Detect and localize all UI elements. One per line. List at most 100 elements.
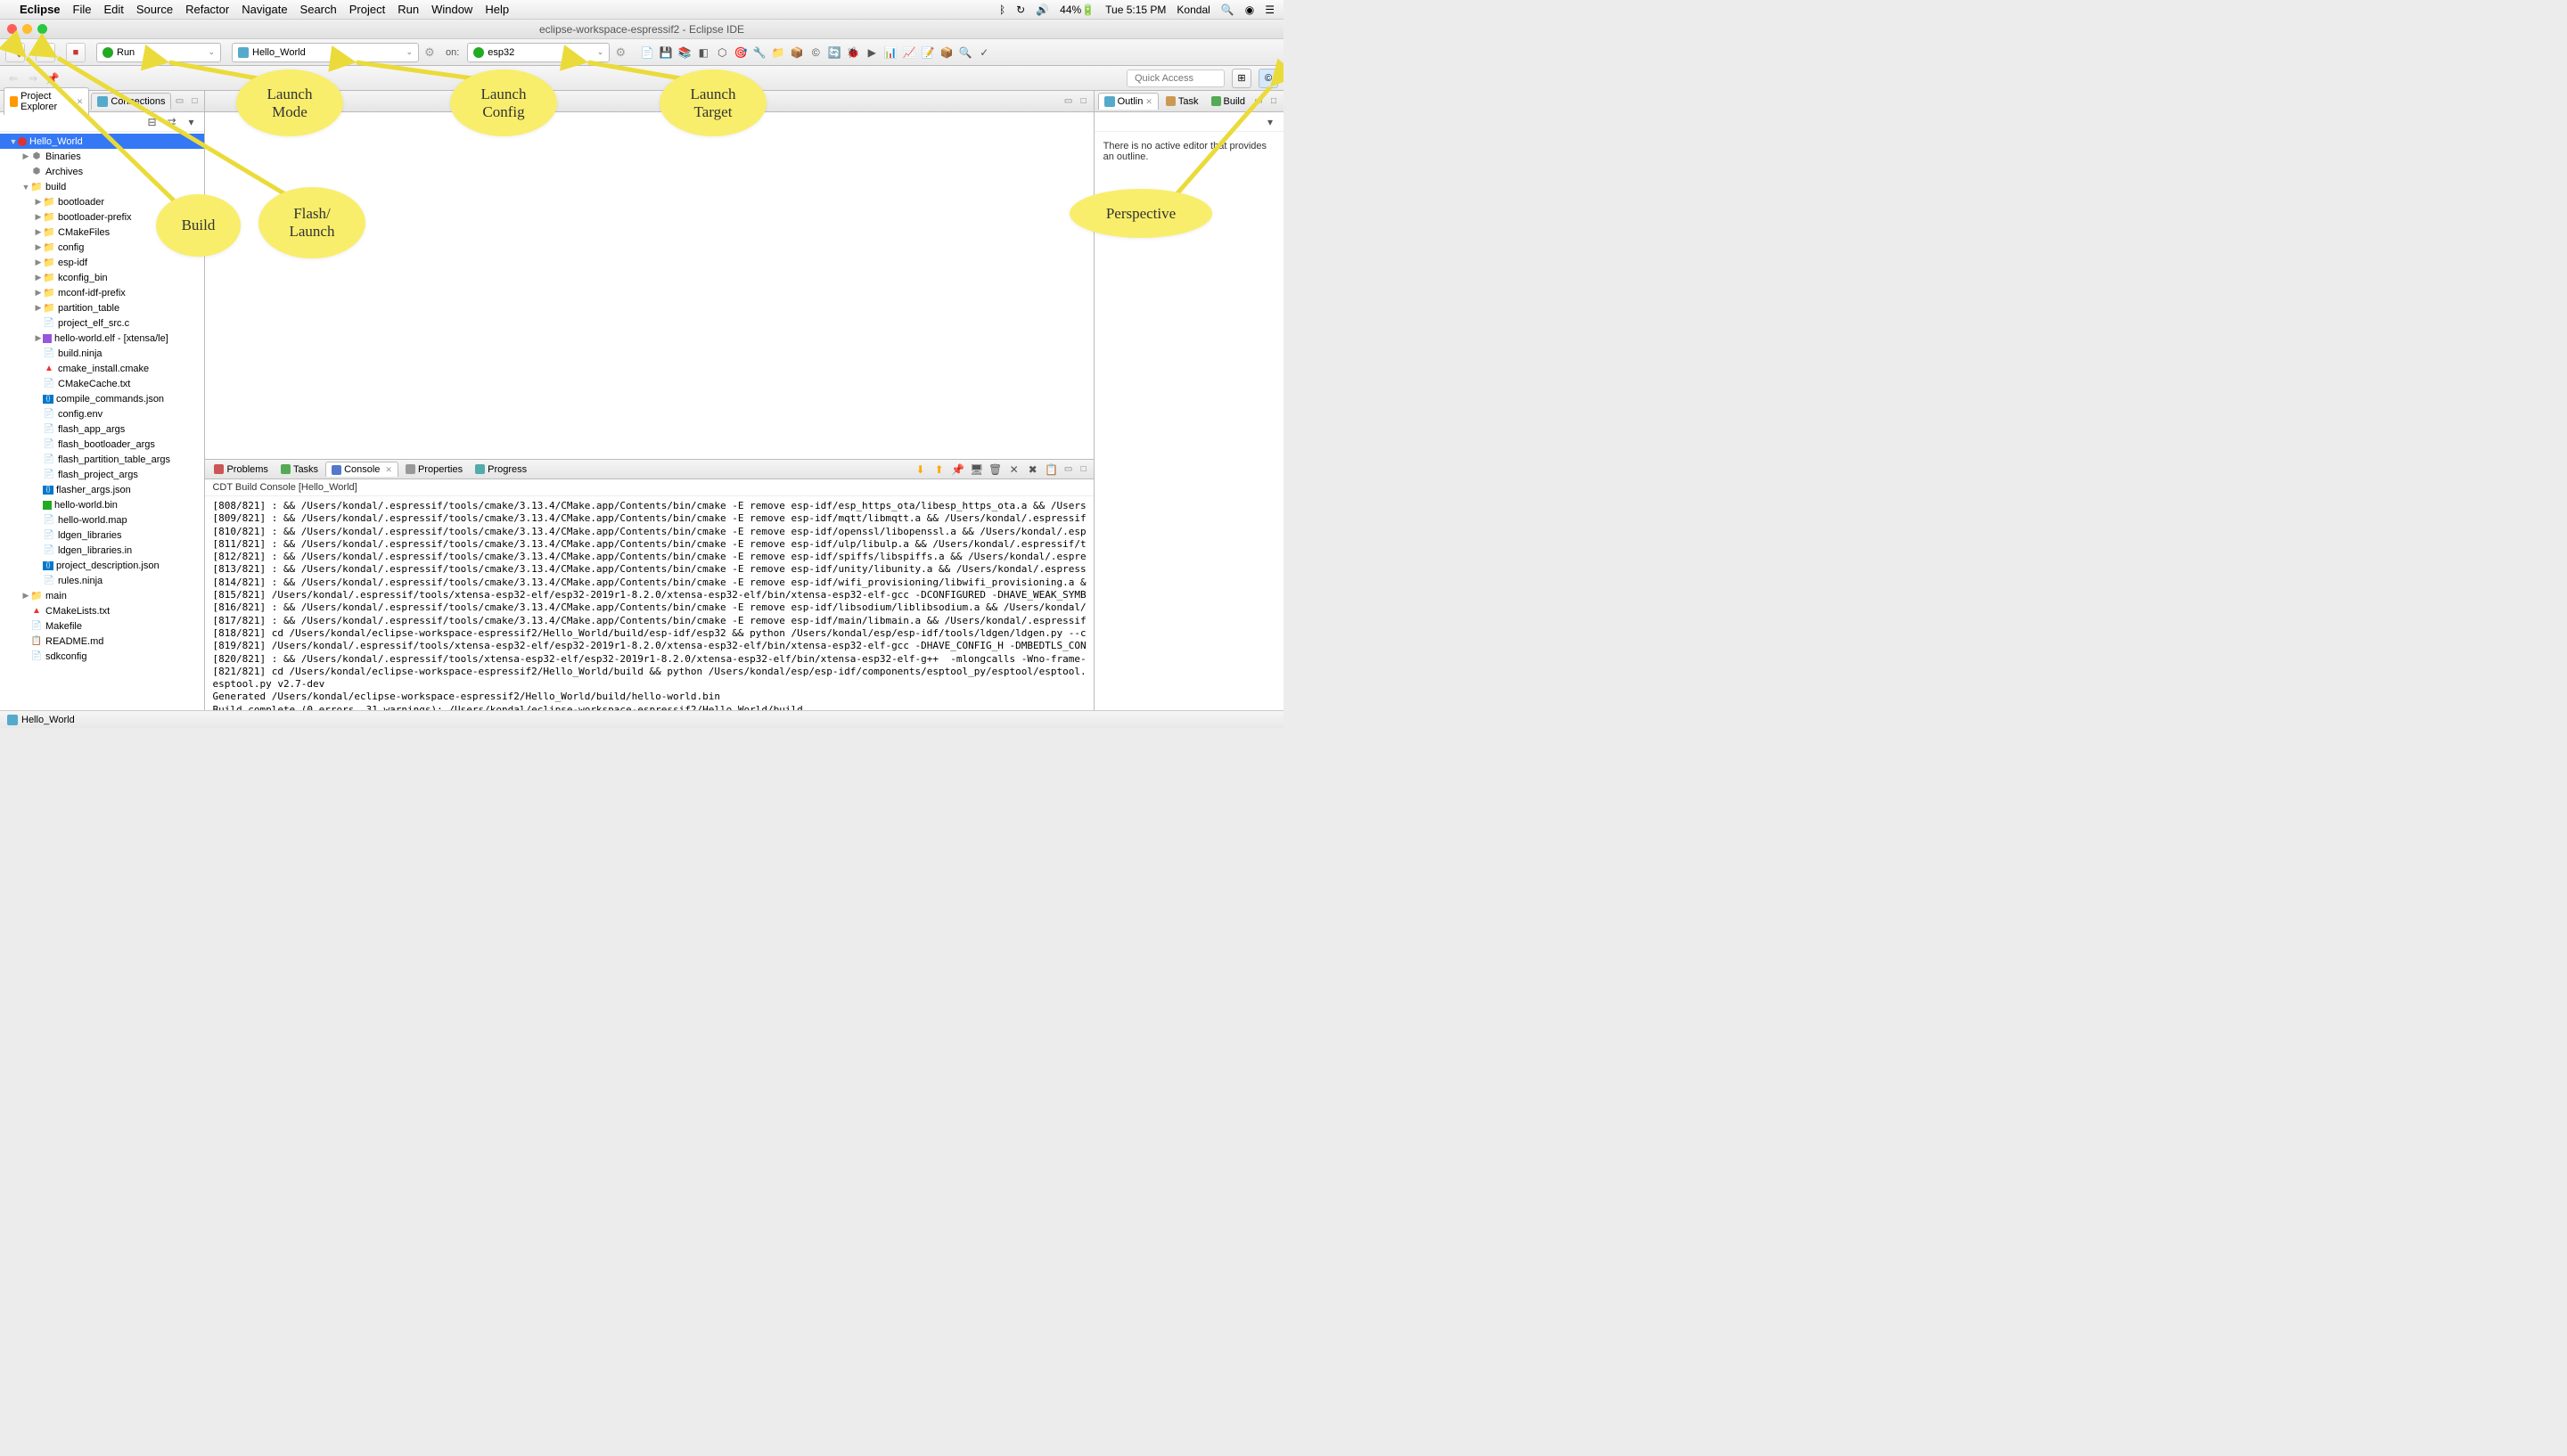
wrench-button[interactable]: 🔧 — [751, 45, 767, 61]
menu-search[interactable]: Search — [300, 3, 337, 16]
minimize-view-icon[interactable]: ▭ — [173, 95, 185, 108]
menu-source[interactable]: Source — [136, 3, 173, 16]
tree-node[interactable]: ▶hello-world.elf - [xtensa/le] — [0, 331, 204, 346]
maximize-view-icon[interactable]: □ — [188, 95, 201, 108]
bluetooth-icon[interactable]: ᛒ — [999, 4, 1005, 16]
tasks-tab[interactable]: Tasks — [275, 462, 324, 477]
spotlight-icon[interactable]: 🔍 — [1221, 4, 1234, 16]
package-button[interactable]: 📦 — [789, 45, 805, 61]
tree-node[interactable]: ▶esp-idf — [0, 255, 204, 270]
console-output[interactable]: [808/821] : && /Users/kondal/.espressif/… — [205, 496, 1093, 726]
tree-node[interactable]: flash_bootloader_args — [0, 437, 204, 452]
launch-target-combo[interactable]: esp32 ⌄ — [467, 43, 610, 62]
menu-project[interactable]: Project — [349, 3, 385, 16]
binary-button[interactable]: ⬡ — [714, 45, 730, 61]
close-window-button[interactable] — [7, 24, 17, 34]
app-name[interactable]: Eclipse — [20, 3, 61, 16]
back-button[interactable]: ⇐ — [5, 70, 21, 86]
tree-node[interactable]: sdkconfig — [0, 649, 204, 664]
minimize-editor-icon[interactable]: ▭ — [1062, 95, 1075, 108]
new-class-button[interactable]: 📝 — [920, 45, 936, 61]
collapse-all-icon[interactable]: ⊟ — [144, 114, 160, 130]
tree-node[interactable]: flash_project_args — [0, 467, 204, 482]
menu-edit[interactable]: Edit — [103, 3, 123, 16]
tree-node[interactable]: ▶main — [0, 588, 204, 603]
tree-node[interactable]: rules.ninja — [0, 573, 204, 588]
debug-button[interactable]: 🐞 — [845, 45, 861, 61]
clock[interactable]: Tue 5:15 PM — [1105, 4, 1166, 16]
problems-tab[interactable]: Problems — [209, 462, 273, 477]
volume-icon[interactable]: 🔊 — [1036, 4, 1049, 16]
menu-file[interactable]: File — [73, 3, 92, 16]
view-menu-icon[interactable]: ▾ — [183, 114, 199, 130]
tasks-button[interactable]: ✓ — [976, 45, 992, 61]
run-dropdown[interactable]: ▶ — [864, 45, 880, 61]
siri-icon[interactable]: ◉ — [1245, 4, 1254, 16]
profile-button[interactable]: 📈 — [901, 45, 917, 61]
tree-node[interactable]: ▼build — [0, 179, 204, 194]
save-all-button[interactable]: 📚 — [677, 45, 693, 61]
forward-button[interactable]: ⇒ — [25, 70, 41, 86]
launch-mode-combo[interactable]: Run ⌄ — [96, 43, 221, 62]
task-tab[interactable]: Task — [1160, 94, 1204, 109]
tree-node[interactable]: cmake_install.cmake — [0, 361, 204, 376]
minimize-window-button[interactable] — [22, 24, 32, 34]
remove-all-icon[interactable]: ✖ — [1025, 462, 1041, 478]
link-editor-icon[interactable]: ⇄ — [163, 114, 179, 130]
tree-node[interactable]: ldgen_libraries.in — [0, 543, 204, 558]
build-targets-tab[interactable]: Build — [1206, 94, 1251, 109]
tree-node[interactable]: hello-world.map — [0, 512, 204, 528]
open-console-icon[interactable]: 📋 — [1044, 462, 1060, 478]
build-button[interactable]: 🔨 — [5, 43, 25, 62]
min-bottom-icon[interactable]: ▭ — [1062, 463, 1075, 476]
project-explorer-tab[interactable]: Project Explorer ✕ — [4, 87, 89, 115]
tree-node[interactable]: ldgen_libraries — [0, 528, 204, 543]
menu-navigate[interactable]: Navigate — [242, 3, 287, 16]
menu-help[interactable]: Help — [485, 3, 509, 16]
close-icon[interactable]: ✕ — [77, 97, 84, 107]
tree-node[interactable]: Makefile — [0, 618, 204, 634]
tree-node[interactable]: project_elf_src.c — [0, 315, 204, 331]
tree-node[interactable]: project_description.json — [0, 558, 204, 573]
quick-access-input[interactable] — [1127, 70, 1225, 87]
save-button[interactable]: 💾 — [658, 45, 674, 61]
tree-node[interactable]: ▼Hello_World — [0, 134, 204, 149]
close-icon[interactable]: ✕ — [385, 465, 392, 475]
tree-node[interactable]: config.env — [0, 406, 204, 421]
scroll-lock-icon[interactable]: ⬇ — [913, 462, 929, 478]
folder-button[interactable]: 📁 — [770, 45, 786, 61]
console-tab[interactable]: Console✕ — [325, 462, 398, 477]
tree-node[interactable]: hello-world.bin — [0, 497, 204, 512]
tree-node[interactable]: CMakeCache.txt — [0, 376, 204, 391]
notifications-icon[interactable]: ☰ — [1265, 4, 1275, 16]
tree-node[interactable]: Archives — [0, 164, 204, 179]
tree-node[interactable]: flasher_args.json — [0, 482, 204, 497]
outline-tab[interactable]: Outlin ✕ — [1098, 93, 1159, 110]
search-button[interactable]: 🔍 — [957, 45, 973, 61]
outline-menu-icon[interactable]: ▾ — [1262, 114, 1278, 130]
tree-node[interactable]: ▶kconfig_bin — [0, 270, 204, 285]
class-button[interactable]: © — [808, 45, 824, 61]
user-name[interactable]: Kondal — [1177, 4, 1210, 16]
target-gear-icon[interactable]: ⚙ — [612, 45, 628, 61]
tree-node[interactable]: ▶Binaries — [0, 149, 204, 164]
display-console-icon[interactable]: 🖥 — [969, 462, 985, 478]
coverage-button[interactable]: 📊 — [882, 45, 898, 61]
progress-tab[interactable]: Progress — [470, 462, 532, 477]
zoom-window-button[interactable] — [37, 24, 47, 34]
menu-window[interactable]: Window — [431, 3, 472, 16]
tree-node[interactable]: compile_commands.json — [0, 391, 204, 406]
refresh-button[interactable]: 🔄 — [826, 45, 842, 61]
tree-node[interactable]: ▶mconf-idf-prefix — [0, 285, 204, 300]
launch-config-combo[interactable]: Hello_World ⌄ — [232, 43, 419, 62]
tree-node[interactable]: README.md — [0, 634, 204, 649]
tree-node[interactable]: flash_partition_table_args — [0, 452, 204, 467]
tree-node[interactable]: ▶partition_table — [0, 300, 204, 315]
stop-button[interactable]: ■ — [66, 43, 86, 62]
max-bottom-icon[interactable]: □ — [1078, 463, 1090, 476]
pin-button[interactable]: 📌 — [45, 70, 61, 86]
toggle-button[interactable]: ◧ — [695, 45, 711, 61]
battery-indicator[interactable]: 44% 🔋 — [1060, 4, 1095, 16]
open-perspective-button[interactable]: ⊞ — [1232, 69, 1251, 88]
menu-run[interactable]: Run — [398, 3, 419, 16]
